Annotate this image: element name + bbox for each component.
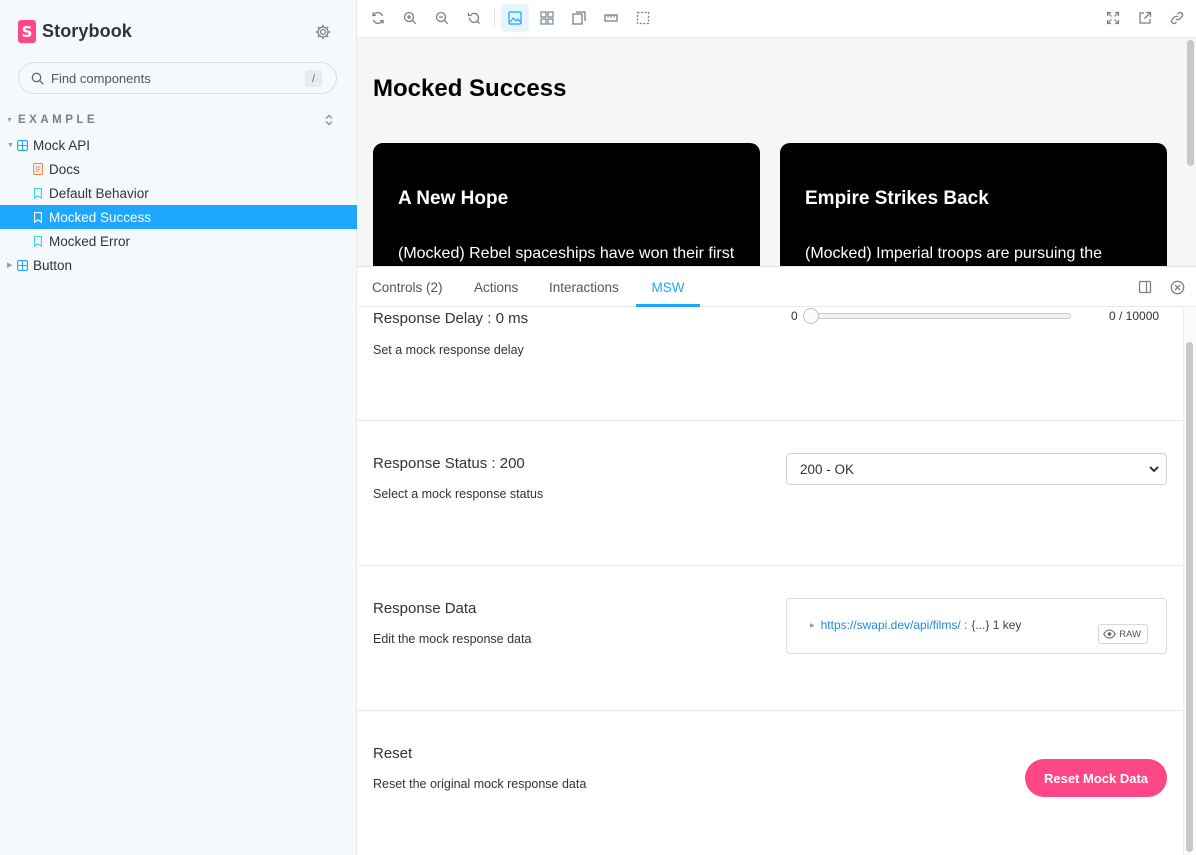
component-tree: ▼ Mock API Docs Default Behavior Mocked (0, 133, 357, 277)
slider-min-label: 0 (791, 309, 798, 323)
zoom-reset-icon[interactable] (460, 4, 488, 32)
row-title: Response Data (373, 600, 477, 617)
msw-panel-body: Response Delay : 0 ms Set a mock respons… (357, 308, 1183, 855)
tree-item-button[interactable]: ▶ Button (0, 253, 357, 277)
viewport-icon[interactable] (565, 4, 593, 32)
zoom-out-icon[interactable] (428, 4, 456, 32)
panel-orientation-icon[interactable] (1136, 278, 1154, 296)
document-icon (32, 163, 44, 175)
sidebar: S Storybook / ▼ EXAMPLE ▼ Mock API (0, 0, 357, 855)
tree-item-mock-api[interactable]: ▼ Mock API (0, 133, 357, 157)
reset-mock-data-button[interactable]: Reset Mock Data (1025, 759, 1167, 797)
story-canvas: Mocked Success A New Hope (Mocked) Rebel… (357, 38, 1196, 266)
chevron-right-icon: ▶ (7, 262, 13, 269)
response-data-row: Response Data Edit the mock response dat… (357, 566, 1183, 711)
preview-toolbar (357, 0, 1196, 38)
tree-item-mocked-success[interactable]: Mocked Success (0, 205, 357, 229)
fullscreen-icon[interactable] (1099, 4, 1127, 32)
status-select-value: 200 - OK (800, 461, 855, 477)
row-title: Response Delay : 0 ms (373, 310, 529, 327)
tree-item-label: Button (33, 257, 73, 273)
search-shortcut-key: / (305, 70, 322, 87)
brand-name: Storybook (42, 21, 132, 41)
film-card: A New Hope (Mocked) Rebel spaceships hav… (373, 143, 760, 266)
raw-toggle-button[interactable]: RAW (1098, 624, 1148, 644)
measure-icon[interactable] (597, 4, 625, 32)
open-new-tab-icon[interactable] (1131, 4, 1159, 32)
tab-actions[interactable]: Actions (474, 267, 518, 307)
reload-icon[interactable] (364, 4, 392, 32)
row-description: Edit the mock response data (373, 632, 532, 646)
tree-item-label: Mocked Error (49, 233, 131, 249)
film-title: Empire Strikes Back (805, 188, 989, 209)
response-status-row: Response Status : 200 Select a mock resp… (357, 421, 1183, 566)
tree-item-docs[interactable]: Docs (0, 157, 357, 181)
tab-interactions[interactable]: Interactions (549, 267, 619, 307)
row-title: Reset (373, 745, 413, 762)
bookmark-icon (32, 187, 44, 199)
chevron-down-icon: ▼ (7, 141, 14, 149)
json-meta: {...} 1 key (971, 618, 1022, 632)
film-opening-crawl: (Mocked) Imperial troops are pursuing th… (805, 245, 1103, 262)
tree-item-label: Mocked Success (49, 209, 152, 225)
canvas-scrollbar[interactable] (1187, 40, 1194, 166)
json-tree-node[interactable]: ▶ https://swapi.dev/api/films/ : {...} 1… (810, 618, 1021, 632)
film-title: A New Hope (398, 188, 509, 209)
addon-tabs: Controls (2) Actions Interactions MSW (357, 267, 1196, 307)
search-input[interactable] (51, 70, 301, 86)
copy-link-icon[interactable] (1163, 4, 1191, 32)
toolbar-separator (494, 8, 495, 28)
section-header-example[interactable]: ▼ EXAMPLE (6, 112, 346, 128)
background-icon[interactable] (501, 4, 529, 32)
json-key: https://swapi.dev/api/films/ : (820, 618, 968, 632)
film-card: Empire Strikes Back (Mocked) Imperial tr… (780, 143, 1167, 266)
film-opening-crawl: (Mocked) Rebel spaceships have won their… (398, 245, 735, 262)
delay-slider-thumb[interactable] (803, 308, 819, 324)
tab-msw[interactable]: MSW (636, 267, 700, 307)
reset-row: Reset Reset the original mock response d… (357, 711, 1183, 855)
zoom-in-icon[interactable] (396, 4, 424, 32)
delay-slider-track[interactable] (805, 313, 1071, 319)
component-icon (16, 259, 28, 271)
storybook-logo-icon: S (18, 20, 36, 43)
chevron-down-icon (1148, 463, 1160, 478)
tree-item-label: Default Behavior (49, 185, 149, 201)
expand-collapse-icon[interactable] (324, 113, 334, 131)
bookmark-icon (32, 211, 44, 223)
story-heading: Mocked Success (373, 75, 567, 102)
grid-icon[interactable] (533, 4, 561, 32)
bookmark-icon (32, 235, 44, 247)
addon-panel: Controls (2) Actions Interactions MSW Re… (357, 266, 1196, 855)
tab-controls[interactable]: Controls (2) (372, 267, 443, 307)
row-description: Select a mock response status (373, 487, 544, 501)
json-editor[interactable]: ▶ https://swapi.dev/api/films/ : {...} 1… (786, 598, 1167, 654)
tree-item-default-behavior[interactable]: Default Behavior (0, 181, 357, 205)
brand[interactable]: S Storybook (18, 20, 132, 43)
slider-value-label: 0 / 10000 (1109, 309, 1160, 323)
row-description: Reset the original mock response data (373, 777, 587, 791)
response-delay-row: Response Delay : 0 ms Set a mock respons… (357, 308, 1183, 421)
chevron-right-icon[interactable]: ▶ (810, 622, 815, 629)
tree-item-mocked-error[interactable]: Mocked Error (0, 229, 357, 253)
search-box[interactable]: / (18, 62, 337, 94)
section-label: EXAMPLE (18, 114, 99, 126)
row-title: Response Status : 200 (373, 455, 525, 472)
close-icon[interactable] (1168, 278, 1186, 296)
panel-scrollbar-thumb[interactable] (1186, 342, 1193, 852)
raw-label: RAW (1119, 628, 1141, 640)
chevron-down-icon: ▼ (6, 116, 13, 124)
tree-item-label: Mock API (33, 137, 91, 153)
outline-icon[interactable] (629, 4, 657, 32)
eye-icon (1103, 629, 1117, 639)
row-description: Set a mock response delay (373, 343, 524, 357)
tree-item-label: Docs (49, 161, 80, 177)
status-select[interactable]: 200 - OK (786, 453, 1167, 485)
search-icon (31, 71, 45, 85)
component-icon (16, 139, 28, 151)
gear-icon[interactable] (314, 23, 332, 41)
